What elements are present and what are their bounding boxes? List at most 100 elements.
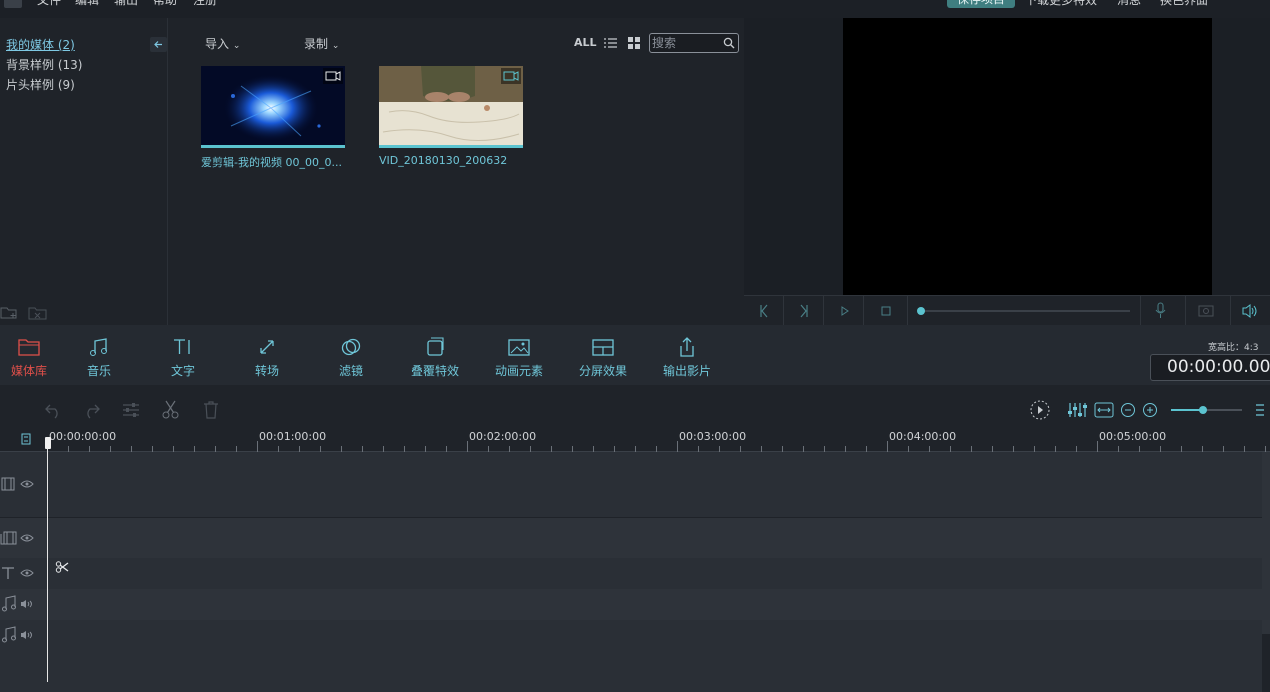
menu-help[interactable]: 帮助 (153, 0, 177, 8)
tool-label: 转场 (254, 364, 279, 378)
video-track-1[interactable] (0, 452, 1262, 518)
transition-icon (260, 340, 274, 354)
scissors-cursor-icon (55, 561, 69, 573)
music-note-icon (2, 595, 16, 612)
trash-icon[interactable] (201, 400, 221, 420)
grid-view-icon[interactable] (628, 37, 640, 49)
category-backgrounds[interactable]: 背景样例 (13) (6, 56, 82, 73)
media-caption-2: VID_20180130_200632 (379, 154, 508, 167)
playback-progress-handle[interactable] (917, 307, 925, 315)
stop-button[interactable] (864, 296, 908, 326)
redo-icon[interactable] (81, 401, 101, 419)
snap-icon[interactable] (20, 432, 32, 446)
split-screen-icon (592, 339, 614, 356)
eye-icon[interactable] (20, 533, 34, 543)
save-project-button[interactable]: 保存项目 (947, 0, 1015, 8)
track-header (0, 518, 46, 558)
speaker-icon[interactable] (20, 599, 34, 609)
import-dropdown[interactable]: 导入 ⌄ (205, 35, 240, 52)
tool-animation-elements[interactable]: 动画元素 (477, 325, 561, 385)
menu-register[interactable]: 注册 (193, 0, 217, 8)
tool-export[interactable]: 输出影片 (645, 325, 729, 385)
timeline-ruler[interactable]: 00:00:00:00 00:01:00:00 00:02:00:00 00:0… (0, 425, 1270, 452)
zoom-slider-handle[interactable] (1199, 406, 1207, 414)
export-icon (680, 337, 694, 357)
tool-music[interactable]: 音乐 (57, 325, 141, 385)
list-view-icon[interactable] (603, 37, 618, 49)
prev-frame-button[interactable] (744, 296, 784, 326)
record-dropdown[interactable]: 录制 ⌄ (304, 35, 339, 52)
audio-mixer-icon[interactable] (1067, 401, 1089, 419)
tool-overlay[interactable]: 叠覆特效 (393, 325, 477, 385)
scissors-icon[interactable] (161, 400, 181, 420)
speaker-icon[interactable] (20, 630, 34, 640)
zoom-in-icon[interactable] (1142, 402, 1158, 418)
tool-text[interactable]: 文字 (141, 325, 225, 385)
record-voice-button[interactable] (1140, 296, 1180, 326)
speed-icon[interactable] (1029, 399, 1051, 421)
menu-file[interactable]: 文件 (37, 0, 61, 8)
playhead-handle[interactable] (45, 437, 51, 449)
play-button[interactable] (824, 296, 864, 326)
download-effects-link[interactable]: 下载更多特效 (1025, 0, 1097, 8)
play-icon (841, 306, 849, 316)
import-label: 导入 (205, 37, 230, 51)
delete-folder-icon[interactable] (28, 305, 48, 321)
volume-button[interactable] (1230, 296, 1270, 326)
category-my-media[interactable]: 我的媒体 (2) (6, 36, 75, 53)
audio-track-1[interactable] (0, 589, 1262, 620)
eye-icon[interactable] (20, 479, 34, 489)
video-badge (501, 68, 521, 84)
preview-panel (744, 18, 1270, 295)
media-thumbnail-2[interactable] (379, 66, 523, 148)
audio-track-2[interactable] (0, 620, 1262, 651)
track-header (0, 452, 46, 517)
skin-link[interactable]: 换色界面 (1160, 0, 1208, 8)
menu-export[interactable]: 输出 (114, 0, 138, 8)
playhead[interactable] (47, 439, 48, 682)
tool-label: 分屏效果 (578, 364, 627, 378)
video-track-2[interactable] (0, 518, 1262, 558)
stop-icon (881, 306, 891, 316)
search-icon[interactable] (723, 37, 735, 49)
microphone-icon (1155, 302, 1166, 318)
messages-link[interactable]: 消息 (1117, 0, 1141, 8)
folder-icon (18, 339, 40, 356)
filter-all-button[interactable]: ALL (574, 36, 597, 49)
aspect-ratio-label: 宽高比：4:3 (1208, 343, 1259, 353)
fit-timeline-icon[interactable] (1094, 402, 1114, 418)
eye-icon[interactable] (20, 568, 34, 578)
track-header (0, 589, 46, 620)
menu-bar: 文件 编辑 输出 帮助 注册 保存项目 下载更多特效 消息 换色界面 (0, 0, 1270, 18)
add-folder-icon[interactable] (0, 304, 18, 320)
text-track[interactable] (0, 558, 1262, 589)
video-badge (323, 68, 343, 84)
media-thumbnail-1[interactable] (201, 66, 345, 148)
undo-icon[interactable] (44, 401, 64, 419)
playback-progress-track[interactable] (920, 310, 1130, 312)
overlay-icon (427, 337, 444, 356)
collapse-panel-button[interactable] (150, 37, 167, 52)
text-icon (2, 567, 14, 579)
zoom-out-icon[interactable] (1120, 402, 1136, 418)
category-list: 我的媒体 (2) 背景样例 (13) 片头样例 (9) (0, 18, 168, 325)
tool-split-screen[interactable]: 分屏效果 (561, 325, 645, 385)
film-icon (1, 477, 15, 491)
next-frame-button[interactable] (784, 296, 824, 326)
category-intros[interactable]: 片头样例 (9) (6, 76, 75, 93)
media-caption-1: 爱剪辑-我的视频 00_00_0... (201, 156, 342, 169)
tool-label: 文字 (170, 364, 195, 378)
media-library-panel: 我的媒体 (2) 背景样例 (13) 片头样例 (9) 导入 ⌄ 录制 ⌄ AL… (0, 18, 740, 325)
menu-icon[interactable] (1254, 402, 1266, 418)
timeline-empty-area (0, 651, 1262, 692)
menu-edit[interactable]: 编辑 (75, 0, 99, 8)
tool-transition[interactable]: 转场 (225, 325, 309, 385)
search-input[interactable] (652, 35, 720, 51)
adjust-icon[interactable] (121, 401, 141, 419)
tool-label: 音乐 (86, 364, 111, 378)
music-note-icon (90, 338, 107, 356)
tool-label: 滤镜 (338, 364, 363, 378)
tool-filter[interactable]: 滤镜 (309, 325, 393, 385)
timeline-scrollbar[interactable] (1262, 452, 1270, 634)
snapshot-button[interactable] (1185, 296, 1225, 326)
